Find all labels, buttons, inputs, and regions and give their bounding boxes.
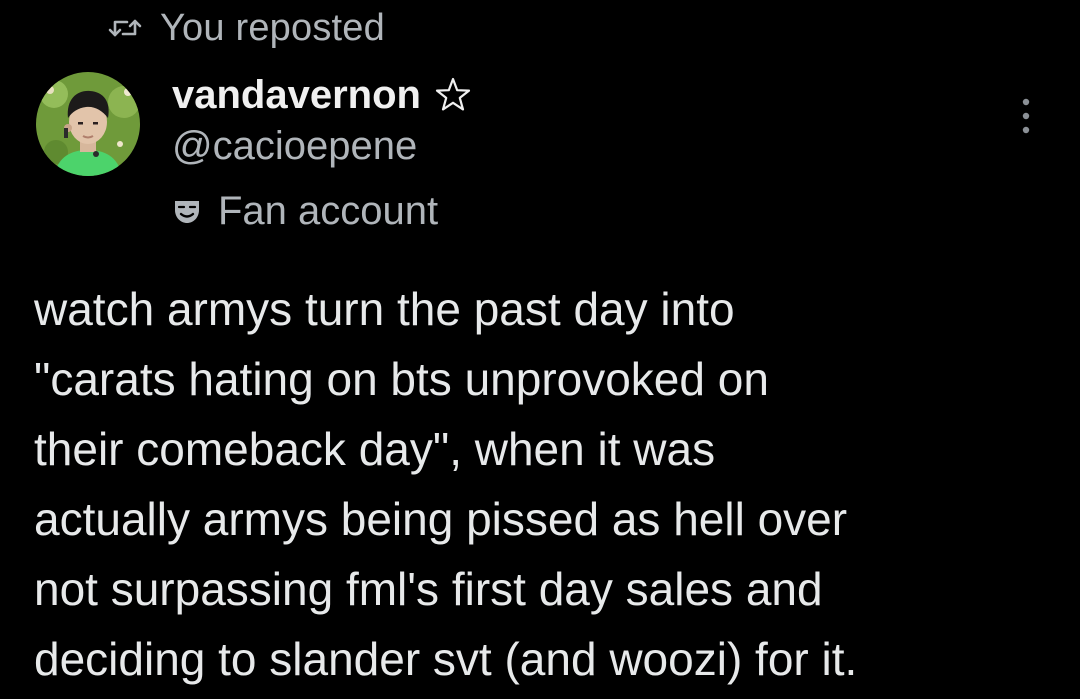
display-name[interactable]: vandavernon: [172, 73, 421, 118]
theater-mask-icon: [175, 201, 199, 223]
more-options-button[interactable]: [1004, 92, 1048, 140]
tweet-text-line: actually armys being pissed as hell over: [34, 493, 848, 545]
tweet-text-line: "carats hating on bts unprovoked on: [34, 353, 769, 405]
tweet-text-line: not surpassing fml's first day sales and: [34, 563, 823, 615]
repost-icon: [108, 19, 142, 37]
repost-indicator: You reposted: [108, 4, 385, 52]
repost-label: You reposted: [160, 6, 385, 49]
user-handle[interactable]: @cacioepene: [172, 124, 417, 169]
more-vertical-icon: [1022, 98, 1030, 134]
tweet-text-line: deciding to slander svt (and woozi) for …: [34, 633, 858, 685]
star-outline-icon: [435, 77, 471, 111]
avatar[interactable]: [36, 72, 140, 176]
account-label-text: Fan account: [218, 188, 439, 233]
account-label: Fan account: [172, 186, 438, 236]
tweet-text-line: their comeback day", when it was: [34, 423, 716, 475]
avatar-photo: [36, 72, 140, 176]
tweet-text-line: watch armys turn the past day into: [34, 283, 735, 335]
tweet-text: watch armys turn the past day into "cara…: [34, 274, 1064, 694]
author-name-row: vandavernon: [172, 70, 473, 120]
